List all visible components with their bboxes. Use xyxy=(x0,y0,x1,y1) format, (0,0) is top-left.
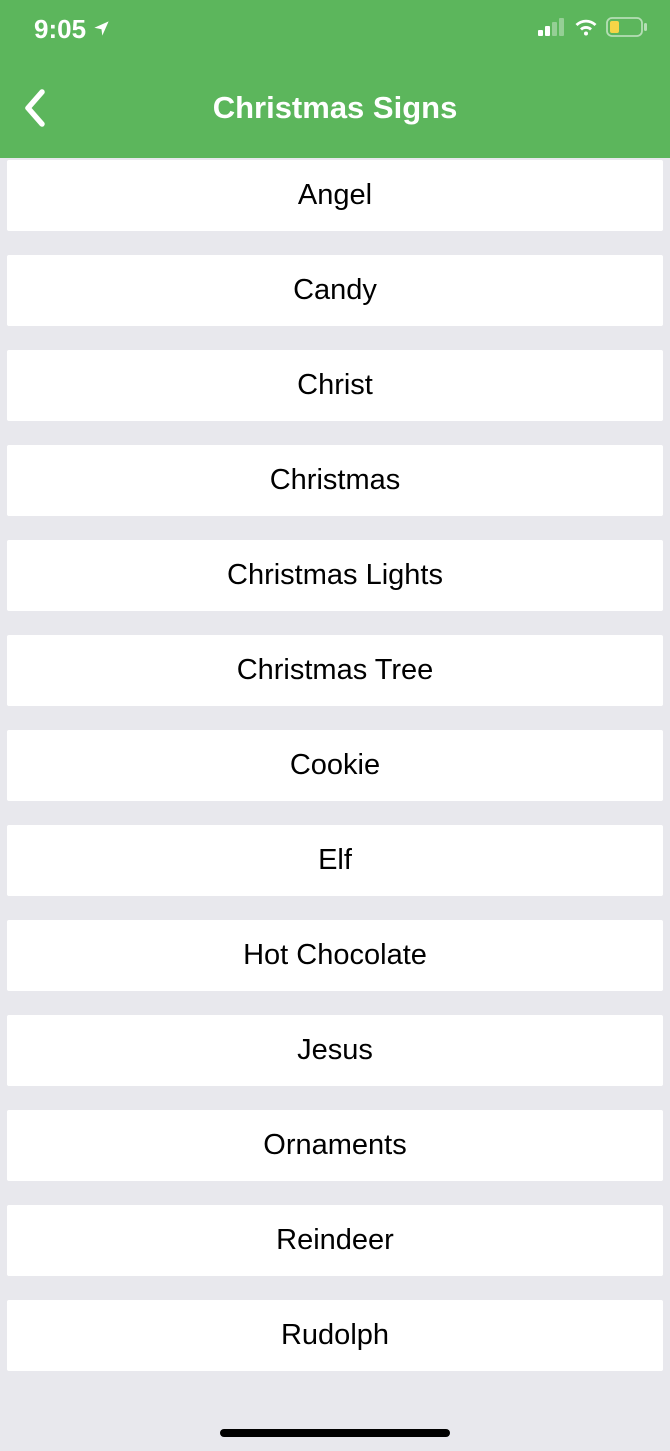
wifi-icon xyxy=(573,17,599,42)
list-item[interactable]: Hot Chocolate xyxy=(7,920,663,991)
list-item[interactable]: Reindeer xyxy=(7,1205,663,1276)
list-item[interactable]: Candy xyxy=(7,255,663,326)
list-item[interactable]: Angel xyxy=(7,160,663,231)
list-item-label: Hot Chocolate xyxy=(243,939,427,972)
list-item[interactable]: Elf xyxy=(7,825,663,896)
cellular-icon xyxy=(538,18,566,41)
page-title: Christmas Signs xyxy=(213,90,458,126)
list-item[interactable]: Jesus xyxy=(7,1015,663,1086)
list-item-label: Jesus xyxy=(297,1034,373,1067)
nav-bar: Christmas Signs xyxy=(0,58,670,158)
status-right xyxy=(538,17,648,42)
list-item-label: Cookie xyxy=(290,749,380,782)
list-item-label: Elf xyxy=(318,844,352,877)
list-item[interactable]: Christmas xyxy=(7,445,663,516)
status-time: 9:05 xyxy=(34,14,86,45)
list-item-label: Christmas xyxy=(270,464,401,497)
list-item-label: Candy xyxy=(293,274,377,307)
list-container: Angel Candy Christ Christmas Christmas L… xyxy=(0,160,670,1371)
home-indicator[interactable] xyxy=(220,1429,450,1437)
list-item[interactable]: Christmas Tree xyxy=(7,635,663,706)
app-header: 9:05 xyxy=(0,0,670,158)
list-item[interactable]: Rudolph xyxy=(7,1300,663,1371)
battery-icon xyxy=(606,17,648,42)
list-item[interactable]: Ornaments xyxy=(7,1110,663,1181)
list-item-label: Christ xyxy=(297,369,373,402)
chevron-left-icon xyxy=(22,88,46,128)
list-item-label: Angel xyxy=(298,179,372,212)
status-left: 9:05 xyxy=(34,14,111,45)
location-icon xyxy=(92,14,111,45)
list-item[interactable]: Christmas Lights xyxy=(7,540,663,611)
status-bar: 9:05 xyxy=(0,0,670,58)
list-item[interactable]: Christ xyxy=(7,350,663,421)
back-button[interactable] xyxy=(12,86,56,130)
list-item-label: Christmas Lights xyxy=(227,559,443,592)
list-item-label: Rudolph xyxy=(281,1319,389,1352)
list-item[interactable]: Cookie xyxy=(7,730,663,801)
list-item-label: Christmas Tree xyxy=(237,654,434,687)
list-item-label: Reindeer xyxy=(276,1224,394,1257)
list-item-label: Ornaments xyxy=(263,1129,406,1162)
